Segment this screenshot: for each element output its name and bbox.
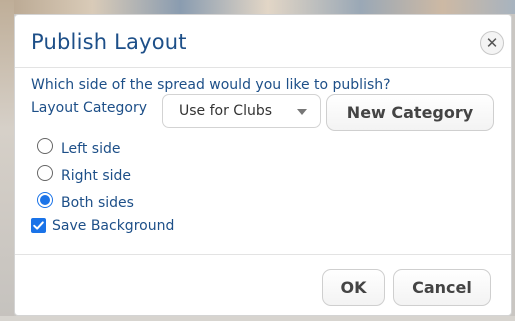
background-page-bottom — [0, 316, 515, 321]
save-background-checkbox[interactable] — [31, 218, 46, 233]
radio-label: Right side — [61, 168, 131, 184]
close-icon: ✕ — [485, 33, 499, 52]
layout-category-value: Use for Clubs — [179, 103, 273, 119]
layout-category-select[interactable]: Use for Clubs — [162, 94, 321, 128]
chevron-down-icon — [297, 109, 307, 115]
radio-label: Both sides — [61, 195, 134, 211]
layout-category-label: Layout Category — [31, 100, 147, 116]
close-button[interactable]: ✕ — [480, 31, 504, 55]
publish-layout-dialog: Publish Layout ✕ Which side of the sprea… — [14, 14, 512, 316]
save-background-label: Save Background — [52, 218, 175, 234]
background-page-strip — [0, 0, 515, 14]
publish-question: Which side of the spread would you like … — [31, 77, 391, 93]
checkmark-icon — [33, 221, 44, 230]
new-category-button[interactable]: New Category — [326, 94, 494, 131]
radio-button[interactable] — [37, 138, 53, 154]
radio-label: Left side — [61, 141, 121, 157]
radio-button[interactable] — [37, 165, 53, 181]
header-divider — [15, 67, 511, 68]
dialog-title: Publish Layout — [31, 30, 187, 54]
footer-divider — [15, 254, 511, 255]
ok-button[interactable]: OK — [322, 269, 385, 306]
background-page-edge — [0, 0, 14, 321]
radio-button-selected[interactable] — [37, 192, 53, 208]
cancel-button[interactable]: Cancel — [393, 269, 491, 306]
